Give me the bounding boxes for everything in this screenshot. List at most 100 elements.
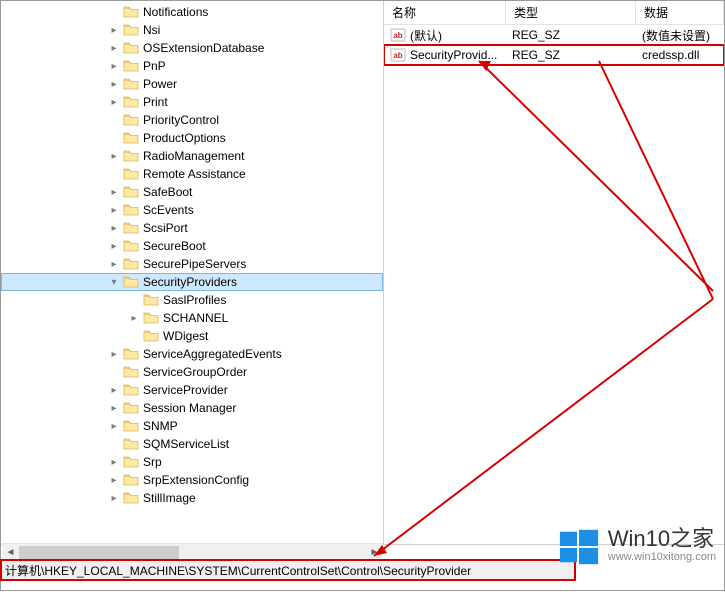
folder-icon (123, 437, 139, 451)
tree-item-scsiport[interactable]: ▸ScsiPort (1, 219, 383, 237)
tree-item-servicegrouporder[interactable]: ServiceGroupOrder (1, 363, 383, 381)
tree-item-prioritycontrol[interactable]: PriorityControl (1, 111, 383, 129)
string-value-icon: ab (390, 27, 406, 43)
tree-item-serviceprovider[interactable]: ▸ServiceProvider (1, 381, 383, 399)
tree-item-label: ProductOptions (143, 131, 226, 145)
chevron-right-icon[interactable]: ▸ (107, 257, 121, 271)
tree-item-stillimage[interactable]: ▸StillImage (1, 489, 383, 507)
chevron-right-icon[interactable]: ▸ (107, 95, 121, 109)
folder-icon (123, 203, 139, 217)
chevron-right-icon[interactable]: ▸ (107, 149, 121, 163)
tree-item-label: Power (143, 77, 177, 91)
chevron-right-icon[interactable]: ▸ (107, 185, 121, 199)
tree-item-print[interactable]: ▸Print (1, 93, 383, 111)
chevron-down-icon[interactable]: ▾ (107, 275, 121, 289)
tree-horizontal-scrollbar[interactable]: ◄ ► (2, 543, 383, 560)
value-type-cell: REG_SZ (506, 45, 636, 65)
tree-item-productoptions[interactable]: ProductOptions (1, 129, 383, 147)
tree-item-secureboot[interactable]: ▸SecureBoot (1, 237, 383, 255)
value-type: REG_SZ (512, 28, 560, 42)
chevron-right-icon[interactable]: ▸ (107, 347, 121, 361)
folder-icon (123, 419, 139, 433)
tree-item-securityproviders[interactable]: ▾ SecurityProviders (1, 273, 383, 291)
tree-item-label: OSExtensionDatabase (143, 41, 264, 55)
chevron-right-icon[interactable]: ▸ (107, 401, 121, 415)
tree-item-label: Notifications (143, 5, 208, 19)
folder-icon (123, 239, 139, 253)
status-path: 计算机\HKEY_LOCAL_MACHINE\SYSTEM\CurrentCon… (5, 562, 471, 579)
tree-item-radiomanagement[interactable]: ▸RadioManagement (1, 147, 383, 165)
folder-icon (123, 149, 139, 163)
chevron-right-icon[interactable]: ▸ (107, 455, 121, 469)
scroll-right-arrow-icon[interactable]: ► (366, 544, 383, 561)
tree-item-session-manager[interactable]: ▸Session Manager (1, 399, 383, 417)
tree-item-sqmservicelist[interactable]: SQMServiceList (1, 435, 383, 453)
tree-item-label: SCHANNEL (163, 311, 228, 325)
tree-item-wdigest[interactable]: WDigest (1, 327, 383, 345)
value-row[interactable]: ab(默认)REG_SZ(数值未设置) (384, 25, 724, 45)
tree-item-srpextensionconfig[interactable]: ▸ SrpExtensionConfig (1, 471, 383, 489)
value-name: (默认) (410, 27, 442, 44)
tree-item-snmp[interactable]: ▸ SNMP (1, 417, 383, 435)
scroll-thumb[interactable] (19, 546, 179, 559)
tree-item-nsi[interactable]: ▸ Nsi (1, 21, 383, 39)
tree-item-securepipeservers[interactable]: ▸ SecurePipeServers (1, 255, 383, 273)
col-header-type[interactable]: 类型 (506, 1, 636, 24)
folder-icon (123, 401, 139, 415)
value-row[interactable]: abSecurityProvid...REG_SZcredssp.dll (384, 45, 724, 65)
folder-icon (123, 23, 139, 37)
tree-item-saslprofiles[interactable]: SaslProfiles (1, 291, 383, 309)
chevron-right-icon[interactable]: ▸ (107, 203, 121, 217)
tree-item-label: SrpExtensionConfig (143, 473, 249, 487)
tree-item-label: SNMP (143, 419, 178, 433)
chevron-right-icon[interactable]: ▸ (107, 491, 121, 505)
chevron-right-icon[interactable]: ▸ (107, 239, 121, 253)
tree-item-schannel[interactable]: ▸ SCHANNEL (1, 309, 383, 327)
chevron-right-icon[interactable]: ▸ (107, 221, 121, 235)
tree-item-label: SaslProfiles (163, 293, 226, 307)
folder-icon (123, 473, 139, 487)
scroll-left-arrow-icon[interactable]: ◄ (2, 544, 19, 561)
tree-item-pnp[interactable]: ▸ PnP (1, 57, 383, 75)
string-value-icon: ab (390, 47, 406, 63)
tree-item-osextensiondatabase[interactable]: ▸ OSExtensionDatabase (1, 39, 383, 57)
tree-item-label: SecurityProviders (143, 275, 237, 289)
col-header-data[interactable]: 数据 (636, 1, 724, 24)
folder-icon (123, 131, 139, 145)
registry-values-pane[interactable]: 名称 类型 数据 ab(默认)REG_SZ(数值未设置)abSecurityPr… (384, 1, 724, 544)
folder-icon (123, 167, 139, 181)
chevron-right-icon[interactable]: ▸ (107, 41, 121, 55)
chevron-right-icon[interactable]: ▸ (107, 59, 121, 73)
tree-item-label: ServiceAggregatedEvents (143, 347, 282, 361)
scroll-track[interactable] (19, 544, 366, 560)
value-data-cell: credssp.dll (636, 45, 724, 65)
tree-item-power[interactable]: ▸ Power (1, 75, 383, 93)
chevron-right-icon[interactable]: ▸ (107, 383, 121, 397)
tree-item-label: Nsi (143, 23, 160, 37)
chevron-right-icon[interactable]: ▸ (107, 23, 121, 37)
folder-icon (123, 59, 139, 73)
list-header: 名称 类型 数据 (384, 1, 724, 25)
watermark-url: www.win10xitong.com (608, 550, 716, 565)
tree-item-scevents[interactable]: ▸ScEvents (1, 201, 383, 219)
tree-item-srp[interactable]: ▸ Srp (1, 453, 383, 471)
chevron-right-icon[interactable]: ▸ (107, 77, 121, 91)
chevron-right-icon[interactable]: ▸ (107, 419, 121, 433)
registry-tree-pane[interactable]: Notifications ▸ Nsi ▸ OSExtensionDatabase ▸ Pn… (1, 1, 384, 544)
tree-item-label: SQMServiceList (143, 437, 229, 451)
tree-item-remote-assistance[interactable]: Remote Assistance (1, 165, 383, 183)
tree-item-label: WDigest (163, 329, 208, 343)
tree-item-label: Srp (143, 455, 162, 469)
tree-item-serviceaggregatedevents[interactable]: ▸ ServiceAggregatedEvents (1, 345, 383, 363)
folder-icon (143, 293, 159, 307)
chevron-right-icon[interactable]: ▸ (107, 473, 121, 487)
tree-item-notifications[interactable]: Notifications (1, 3, 383, 21)
tree-item-label: PnP (143, 59, 166, 73)
svg-text:ab: ab (393, 31, 402, 40)
tree-item-label: SecurePipeServers (143, 257, 246, 271)
col-header-name[interactable]: 名称 (384, 1, 506, 24)
chevron-right-icon[interactable]: ▸ (127, 311, 141, 325)
tree-item-label: SafeBoot (143, 185, 192, 199)
svg-text:ab: ab (393, 51, 402, 60)
tree-item-safeboot[interactable]: ▸ SafeBoot (1, 183, 383, 201)
